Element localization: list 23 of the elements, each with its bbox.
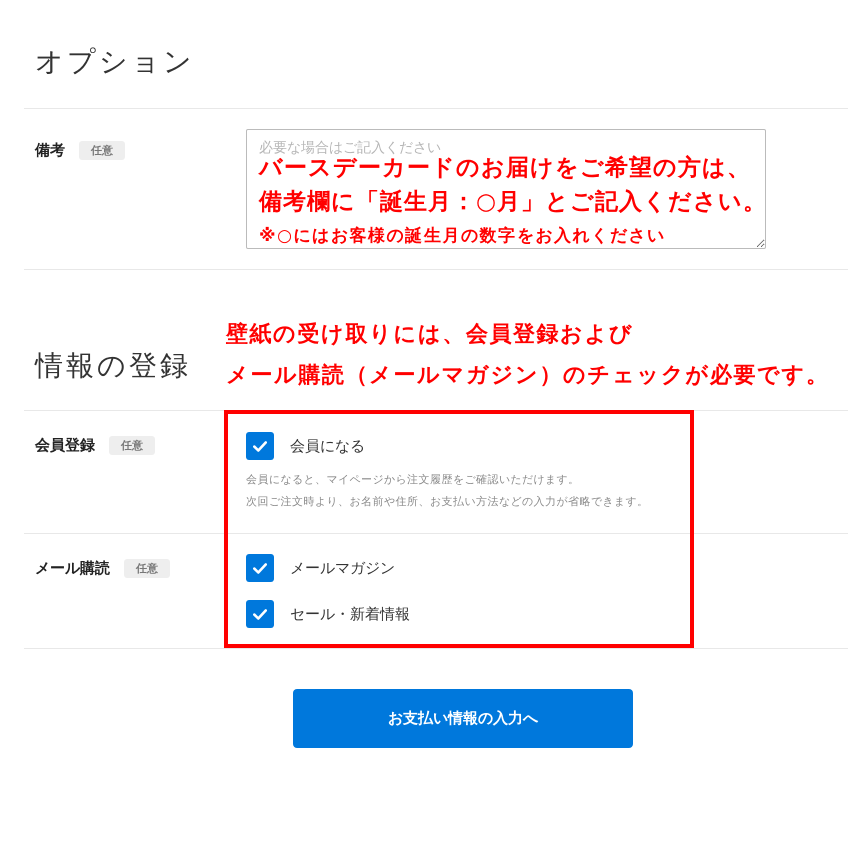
annotation-text: バースデーカードのお届けをご希望の方は、 備考欄に「誕生月：○月」とご記入ください。 xyxy=(259,154,765,217)
optional-badge: 任意 xyxy=(124,558,170,578)
check-icon xyxy=(253,608,267,620)
checkbox[interactable] xyxy=(246,432,274,460)
checkbox[interactable] xyxy=(246,554,274,582)
optional-badge: 任意 xyxy=(109,436,155,454)
field-label: 備考 xyxy=(35,140,65,160)
description-text: 会員になると、マイページから注文履歴をご確認いただけます。 次回ご注文時より、お名前や住所、お支払い方法などの入力が省略できます。 xyxy=(246,472,648,510)
check-icon xyxy=(253,562,267,574)
field-label: 会員登録 xyxy=(35,435,95,455)
checkbox-label[interactable]: 会員になる xyxy=(290,436,365,456)
section-title: 情報の登録 xyxy=(35,348,192,384)
annotation-text: 壁紙の受け取りには、会員登録および メール購読（メールマガジン）のチェックが必要です。 xyxy=(226,320,830,390)
check-icon xyxy=(253,440,267,452)
annotation-note: ※○にはお客様の誕生月の数字をお入れください xyxy=(259,226,666,246)
checkbox[interactable] xyxy=(246,600,274,628)
checkbox-label[interactable]: セール・新着情報 xyxy=(290,604,410,624)
optional-badge: 任意 xyxy=(79,140,125,160)
submit-button[interactable]: お支払い情報の入力へ xyxy=(293,689,633,748)
field-label: メール購読 xyxy=(35,558,110,578)
section-title: オプション xyxy=(35,44,196,80)
remarks-field[interactable]: 必要な場合はご記入ください バースデーカードのお届けをご希望の方は、 備考欄に「誕生月：○月」とご記入ください。 ※○にはお客様の誕生月の数字をお入れください xyxy=(246,129,766,249)
checkbox-label[interactable]: メールマガジン xyxy=(290,558,395,578)
